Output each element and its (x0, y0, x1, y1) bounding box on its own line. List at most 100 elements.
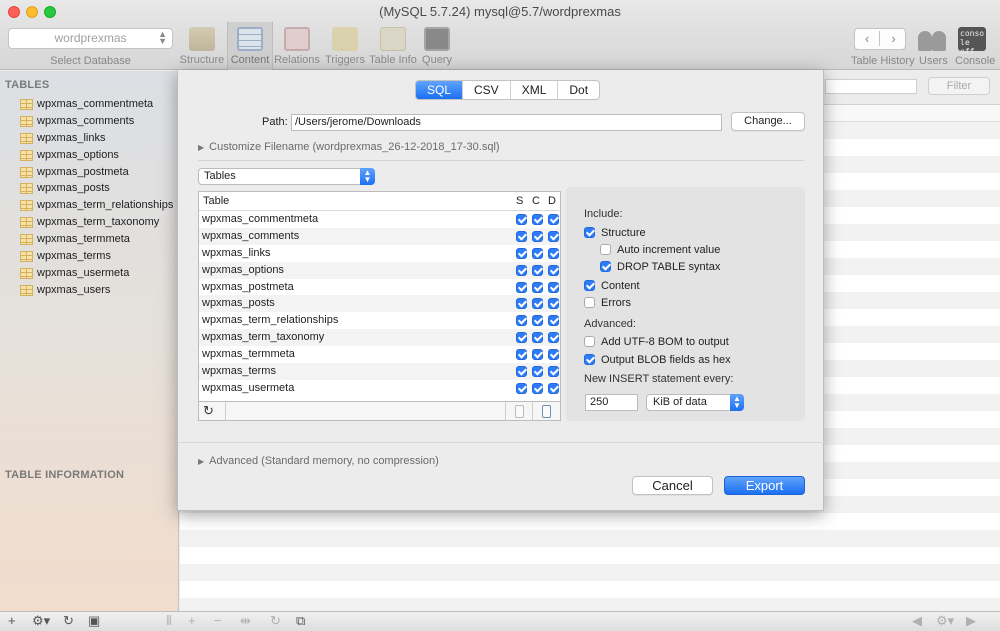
structure-tab[interactable]: Structure (179, 22, 225, 70)
filter-button[interactable]: Filter (928, 77, 990, 95)
structure-checkbox[interactable] (516, 298, 527, 310)
errors-checkbox[interactable] (584, 297, 595, 308)
drop-checkbox[interactable] (548, 332, 559, 344)
structure-checkbox[interactable] (516, 349, 527, 361)
utf8-bom-option[interactable]: Add UTF-8 BOM to output (584, 334, 729, 348)
content-column-header[interactable]: C (532, 195, 540, 207)
content-checkbox[interactable] (532, 298, 543, 310)
structure-checkbox[interactable] (516, 264, 527, 276)
content-checkbox[interactable] (532, 382, 543, 394)
content-checkbox[interactable] (532, 332, 543, 344)
toggle-all-off-icon[interactable] (515, 405, 524, 418)
drop-checkbox[interactable] (548, 247, 559, 259)
format-dot-tab[interactable]: Dot (558, 81, 599, 99)
next-page-icon[interactable]: ▶ (966, 613, 976, 629)
auto-increment-option[interactable]: Auto increment value (600, 242, 720, 256)
toggle-panel-icon[interactable]: ▣ (88, 613, 100, 629)
blob-hex-checkbox[interactable] (584, 354, 595, 365)
table-row[interactable]: wpxmas_commentmeta (199, 211, 560, 228)
users-icon[interactable] (918, 25, 948, 51)
structure-checkbox[interactable] (516, 281, 527, 293)
structure-column-header[interactable]: S (516, 195, 523, 207)
structure-option[interactable]: Structure (584, 225, 646, 239)
add-row-icon[interactable]: + (188, 613, 196, 628)
drop-column-header[interactable]: D (548, 195, 556, 207)
table-row[interactable]: wpxmas_term_relationships (199, 312, 560, 329)
sidebar-table-item[interactable]: wpxmas_term_relationships (0, 197, 179, 214)
sidebar-table-item[interactable]: wpxmas_terms (0, 248, 179, 265)
auto-increment-checkbox[interactable] (600, 244, 611, 255)
table-row[interactable]: wpxmas_options (199, 261, 560, 279)
add-table-icon[interactable]: + (8, 613, 16, 628)
console-icon[interactable]: conso le off (958, 27, 986, 56)
table-row[interactable]: wpxmas_comments (199, 227, 560, 245)
content-checkbox[interactable] (532, 366, 543, 378)
content-checkbox[interactable] (532, 349, 543, 361)
content-checkbox[interactable] (532, 264, 543, 276)
sidebar-table-item[interactable]: wpxmas_users (0, 282, 179, 299)
toggle-all-on-icon[interactable] (542, 405, 551, 418)
previous-page-icon[interactable]: ◀ (912, 613, 922, 629)
table-row[interactable]: wpxmas_terms (199, 363, 560, 380)
table-row[interactable]: wpxmas_postmeta (199, 279, 560, 296)
table-row[interactable]: wpxmas_usermeta (199, 380, 560, 397)
structure-checkbox[interactable] (516, 315, 527, 327)
sidebar-table-item[interactable]: wpxmas_comments (0, 113, 179, 130)
filter-input[interactable] (825, 79, 917, 94)
structure-checkbox[interactable] (516, 247, 527, 259)
drop-checkbox[interactable] (548, 230, 559, 242)
drop-table-option[interactable]: DROP TABLE syntax (600, 259, 720, 273)
gear-icon[interactable]: ⚙▾ (32, 613, 50, 629)
export-button[interactable]: Export (724, 476, 805, 495)
content-checkbox[interactable] (532, 214, 543, 225)
drop-checkbox[interactable] (548, 214, 559, 225)
drop-checkbox[interactable] (548, 298, 559, 310)
refresh-icon[interactable]: ↻ (63, 613, 74, 629)
sidebar-table-item[interactable]: wpxmas_postmeta (0, 164, 179, 181)
utf8-bom-checkbox[interactable] (584, 336, 595, 347)
structure-checkbox[interactable] (516, 214, 527, 225)
advanced-disclosure[interactable]: ▶ Advanced (Standard memory, no compressi… (198, 455, 439, 467)
sidebar-table-item[interactable]: wpxmas_links (0, 130, 179, 147)
insert-unit-popup[interactable]: KiB of data ▲ ▼ (646, 394, 744, 411)
structure-checkbox[interactable] (516, 230, 527, 242)
insert-size-input[interactable]: 250 (585, 394, 638, 411)
customize-filename-disclosure[interactable]: ▶ Customize Filename (wordprexmas_26-12-2… (198, 141, 500, 153)
drop-checkbox[interactable] (548, 349, 559, 361)
pagination-gear-icon[interactable]: ⚙▾ (936, 613, 954, 629)
drop-checkbox[interactable] (548, 382, 559, 394)
remove-row-icon[interactable]: − (214, 613, 222, 628)
table-info-tab[interactable]: Table Info (369, 22, 417, 70)
content-checkbox[interactable] (532, 247, 543, 259)
drop-checkbox[interactable] (548, 281, 559, 293)
errors-option[interactable]: Errors (584, 295, 631, 309)
cancel-button[interactable]: Cancel (632, 476, 713, 495)
query-tab[interactable]: Query (419, 22, 455, 70)
table-row[interactable]: wpxmas_termmeta (199, 346, 560, 363)
structure-checkbox[interactable] (516, 366, 527, 378)
content-checkbox[interactable] (532, 230, 543, 242)
content-checkbox[interactable] (532, 315, 543, 327)
format-csv-tab[interactable]: CSV (463, 81, 511, 99)
table-row[interactable]: wpxmas_term_taxonomy (199, 329, 560, 347)
copy-icon[interactable]: ⧉ (296, 613, 305, 629)
path-input[interactable]: /Users/jerome/Downloads (291, 114, 722, 131)
database-select[interactable]: wordprexmas ▲ ▼ (8, 28, 173, 49)
format-sql-tab[interactable]: SQL (416, 81, 464, 99)
structure-checkbox[interactable] (516, 332, 527, 344)
resize-handle-icon[interactable]: ⦀ (166, 613, 172, 629)
duplicate-row-icon[interactable]: ⇹ (240, 613, 251, 629)
content-checkbox[interactable] (584, 280, 595, 291)
chevron-left-icon[interactable]: ‹ (855, 31, 880, 46)
structure-checkbox[interactable] (584, 227, 595, 238)
drop-checkbox[interactable] (548, 264, 559, 276)
triggers-tab[interactable]: Triggers (323, 22, 367, 70)
format-xml-tab[interactable]: XML (511, 81, 559, 99)
sidebar-table-item[interactable]: wpxmas_termmeta (0, 231, 179, 248)
sidebar-table-item[interactable]: wpxmas_posts (0, 180, 179, 197)
blob-hex-option[interactable]: Output BLOB fields as hex (584, 352, 731, 366)
refresh-icon[interactable]: ↻ (203, 403, 214, 419)
content-checkbox[interactable] (532, 281, 543, 293)
content-option[interactable]: Content (584, 278, 640, 292)
source-popup[interactable]: Tables ▲ ▼ (198, 168, 375, 185)
